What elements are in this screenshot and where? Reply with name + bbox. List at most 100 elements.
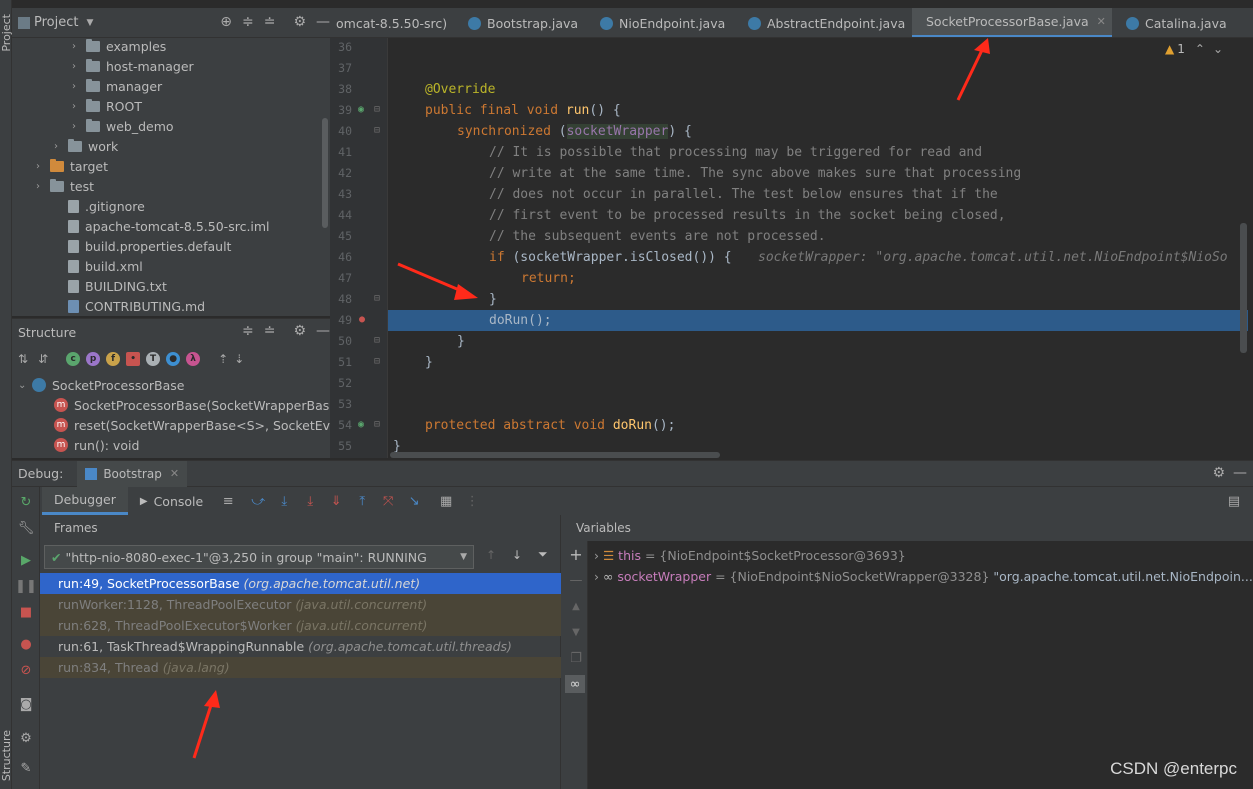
stack-frame[interactable]: runWorker:1128, ThreadPoolExecutor (java…	[40, 594, 561, 615]
close-icon[interactable]: ✕	[170, 467, 179, 480]
show-lambda-icon[interactable]: λ	[186, 352, 201, 366]
debug-session-tab[interactable]: Bootstrap ✕	[77, 461, 188, 487]
move-up-icon[interactable]: ▲	[569, 599, 583, 613]
project-tree-item[interactable]: › ROOT	[72, 96, 142, 116]
project-tree-item[interactable]: CONTRIBUTING.md	[54, 296, 205, 316]
project-tree-item[interactable]: › test	[36, 176, 94, 196]
gear-icon[interactable]: ⚙	[293, 14, 306, 30]
tab-nioendpoint[interactable]: NioEndpoint.java	[592, 8, 733, 37]
chevron-right-icon[interactable]: ›	[36, 181, 50, 192]
fold-icon[interactable]: ⊟	[374, 335, 380, 346]
move-down-icon[interactable]: ▼	[569, 625, 583, 639]
chevron-right-icon[interactable]: ›	[72, 81, 86, 92]
resume-icon[interactable]: ▶	[19, 553, 33, 568]
fold-icon[interactable]: ⊟	[374, 356, 380, 367]
pause-icon[interactable]: ❚❚	[15, 579, 37, 594]
evaluate-expression-icon[interactable]: ▦	[439, 494, 453, 509]
project-tree-item[interactable]: › examples	[72, 36, 166, 56]
thread-selector[interactable]: ✔ "http-nio-8080-exec-1"@3,250 in group …	[44, 545, 474, 569]
tab-socketprocessorbase[interactable]: SocketProcessorBase.java ✕	[912, 8, 1112, 37]
implemented-marker-icon[interactable]: ◉	[358, 419, 364, 430]
add-watch-icon[interactable]: +	[569, 545, 583, 564]
tab-abstractendpoint[interactable]: AbstractEndpoint.java✕	[740, 8, 931, 37]
gear-icon[interactable]: ⚙	[1212, 465, 1225, 481]
chevron-right-icon[interactable]: ›	[72, 41, 86, 52]
stack-frame[interactable]: run:834, Thread (java.lang)	[40, 657, 561, 678]
chevron-right-icon[interactable]: ›	[594, 569, 603, 584]
step-over-icon[interactable]: ⤓	[277, 494, 291, 509]
arrow-up-icon[interactable]: ↑	[486, 548, 496, 562]
menu-icon[interactable]: ≡	[221, 494, 235, 509]
tab-debugger[interactable]: Debugger	[42, 487, 128, 515]
collapse-all-icon[interactable]: ≐	[264, 14, 276, 30]
stop-icon[interactable]: ■	[19, 605, 33, 620]
chevron-right-icon[interactable]: ›	[36, 161, 50, 172]
stack-frame[interactable]: run:61, TaskThread$WrappingRunnable (org…	[40, 636, 561, 657]
gear-icon[interactable]: ⚙	[293, 323, 306, 339]
show-non-public-icon[interactable]: •	[126, 352, 141, 366]
sort-alpha-icon[interactable]: ⇵	[38, 352, 48, 366]
tab-bootstrap[interactable]: Bootstrap.java	[460, 8, 586, 37]
close-icon[interactable]: ✕	[1097, 15, 1106, 28]
show-lambdas-icon[interactable]: T	[146, 352, 161, 366]
step-into-icon[interactable]: ⤓	[303, 494, 317, 509]
autoscroll-from-source-icon[interactable]: ⇣	[234, 352, 244, 366]
chevron-down-icon[interactable]: ⌄	[1213, 42, 1223, 56]
expand-all-icon[interactable]: ≑	[242, 323, 254, 339]
show-properties-icon[interactable]: p	[86, 352, 101, 366]
project-tree-item[interactable]: › manager	[72, 76, 162, 96]
step-out-icon[interactable]: ⤒	[355, 494, 369, 509]
code-editor[interactable]: 36 37 38 39 40 41 42 43 44 45 46 47 48 49 50 51 52 53 54 55…	[330, 38, 1253, 458]
gear-icon[interactable]: ⚙	[19, 731, 33, 746]
chevron-right-icon[interactable]: ›	[72, 61, 86, 72]
project-tree-item[interactable]: .gitignore	[54, 196, 145, 216]
structure-member[interactable]: m run(): void	[54, 435, 139, 455]
structure-member[interactable]: m reset(SocketWrapperBase<S>, SocketEve	[54, 415, 330, 435]
project-tree-item[interactable]: build.xml	[54, 256, 143, 276]
stack-frame[interactable]: run:628, ThreadPoolExecutor$Worker (java…	[40, 615, 561, 636]
chevron-right-icon[interactable]: ›	[54, 141, 68, 152]
tab-console[interactable]: ▶ Console	[128, 487, 215, 515]
variable-row[interactable]: › ☰ this = {NioEndpoint$SocketProcessor@…	[594, 545, 910, 566]
collapse-all-icon[interactable]: ≐	[264, 323, 276, 339]
variable-row[interactable]: › ∞ socketWrapper = {NioEndpoint$NioSock…	[594, 566, 1253, 587]
autoscroll-to-source-icon[interactable]: ⇡	[218, 352, 228, 366]
editor-gutter[interactable]: 36 37 38 39 40 41 42 43 44 45 46 47 48 49 50 51 52 53 54 55…	[330, 38, 388, 458]
drop-frame-icon[interactable]: ⤧	[381, 494, 395, 509]
project-panel-title[interactable]: Project	[34, 15, 78, 30]
run-to-cursor-icon[interactable]: ↘	[407, 494, 421, 509]
trace-icon[interactable]: ⋮	[465, 494, 479, 509]
minimize-icon[interactable]: —	[316, 14, 330, 30]
override-marker-icon[interactable]: ◉	[358, 104, 364, 115]
show-fields-icon[interactable]: f	[106, 352, 121, 366]
minimize-icon[interactable]: —	[316, 323, 330, 339]
structure-member[interactable]: m SocketProcessorBase(SocketWrapperBas	[54, 395, 329, 415]
filter-icon[interactable]: ⏷	[538, 547, 548, 562]
chevron-down-icon[interactable]: ⌄	[18, 380, 32, 391]
camera-icon[interactable]: ◙	[19, 697, 33, 712]
stack-frame[interactable]: run:49, SocketProcessorBase (org.apache.…	[40, 573, 561, 594]
locate-icon[interactable]: ⊕	[220, 14, 232, 30]
fold-icon[interactable]: ⊟	[374, 419, 380, 430]
structure-root[interactable]: ⌄ SocketProcessorBase	[18, 375, 184, 395]
expand-all-icon[interactable]: ≑	[242, 14, 254, 30]
copy-icon[interactable]: ❐	[569, 651, 583, 666]
breakpoint-icon[interactable]: ●	[359, 314, 365, 325]
force-step-into-icon[interactable]: ⇓	[329, 494, 343, 509]
project-tree-item[interactable]: › target	[36, 156, 108, 176]
project-tree-item[interactable]: › web_demo	[72, 116, 174, 136]
wrench-icon[interactable]: 🔧︎	[18, 521, 35, 536]
chevron-up-icon[interactable]: ⌃	[1195, 42, 1205, 56]
project-tool-tab[interactable]: Project	[0, 14, 13, 52]
fold-icon[interactable]: ⊟	[374, 125, 380, 136]
show-inherited-icon[interactable]: c	[66, 352, 81, 366]
fold-icon[interactable]: ⊟	[374, 293, 380, 304]
sort-by-visibility-icon[interactable]: ⇅	[18, 352, 28, 366]
editor-horizontal-scrollbar[interactable]	[390, 452, 720, 458]
tab-project-root[interactable]: omcat-8.5.50-src)	[330, 8, 453, 37]
show-anonymous-icon[interactable]: ●	[166, 352, 181, 366]
project-tree-item[interactable]: build.properties.default	[54, 236, 231, 256]
editor-scrollbar[interactable]	[1240, 223, 1247, 353]
chevron-down-icon[interactable]: ▼	[86, 18, 93, 28]
pin-icon[interactable]: ✎	[19, 761, 33, 776]
